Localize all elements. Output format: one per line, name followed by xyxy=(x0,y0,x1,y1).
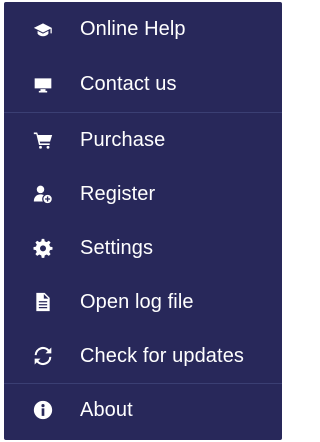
graduation-cap-icon xyxy=(32,19,54,41)
menu-item-settings[interactable]: Settings xyxy=(4,221,282,275)
menu-item-contact-us[interactable]: Contact us xyxy=(4,57,282,112)
menu-item-label: Open log file xyxy=(80,290,194,313)
monitor-icon xyxy=(32,74,54,96)
menu-item-label: Settings xyxy=(80,236,154,259)
menu-item-label: Purchase xyxy=(80,128,166,151)
menu-group-about: About xyxy=(4,384,282,436)
shopping-cart-icon xyxy=(32,129,54,151)
menu-item-open-log-file[interactable]: Open log file xyxy=(4,275,282,329)
menu-item-about[interactable]: About xyxy=(4,384,282,436)
menu-item-register[interactable]: Register xyxy=(4,167,282,221)
menu-group-main: Purchase Register Settings Open log file… xyxy=(4,113,282,383)
menu-item-label: Check for updates xyxy=(80,344,245,367)
menu-item-label: About xyxy=(80,398,133,421)
help-menu: Online Help Contact us Purchase Register xyxy=(4,2,282,440)
menu-item-online-help[interactable]: Online Help xyxy=(4,2,282,57)
menu-item-label: Register xyxy=(80,182,156,205)
info-icon xyxy=(32,399,54,421)
menu-item-purchase[interactable]: Purchase xyxy=(4,113,282,167)
menu-item-check-for-updates[interactable]: Check for updates xyxy=(4,329,282,383)
menu-item-label: Online Help xyxy=(80,18,186,40)
file-icon xyxy=(32,291,54,313)
gear-icon xyxy=(32,237,54,259)
user-add-icon xyxy=(32,183,54,205)
menu-group-help: Online Help Contact us xyxy=(4,2,282,112)
menu-item-label: Contact us xyxy=(80,73,177,95)
refresh-icon xyxy=(32,345,54,367)
